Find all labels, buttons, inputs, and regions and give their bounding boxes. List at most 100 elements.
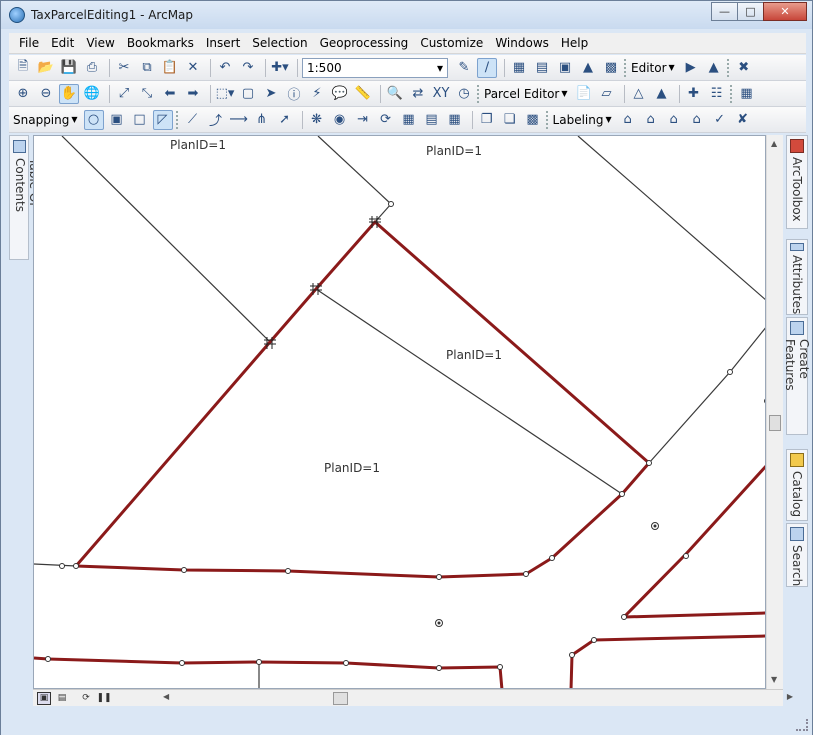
layout-view-icon[interactable]: ▤ bbox=[55, 692, 69, 705]
data-view-icon[interactable]: ▣ bbox=[37, 691, 51, 705]
resize-grip-icon[interactable] bbox=[796, 719, 808, 731]
table-icon[interactable]: ▦ bbox=[509, 58, 529, 78]
search-window-icon[interactable]: ▣ bbox=[555, 58, 575, 78]
cogo-report-icon[interactable]: ⇥ bbox=[353, 110, 373, 130]
menu-windows[interactable]: Windows bbox=[489, 36, 555, 50]
menu-bookmarks[interactable]: Bookmarks bbox=[121, 36, 200, 50]
paste-icon[interactable]: 📋 bbox=[160, 58, 180, 78]
toolbar-grip[interactable] bbox=[175, 110, 180, 129]
point-tool-icon[interactable]: ▲ bbox=[652, 84, 672, 104]
point-snapping-icon[interactable]: ○ bbox=[83, 109, 104, 130]
cogo-line-icon[interactable]: ⟋ bbox=[183, 110, 203, 130]
parcel-editor-dropdown[interactable]: Parcel Editor ▼ bbox=[484, 87, 568, 101]
catalog-tab[interactable]: Catalog bbox=[786, 449, 808, 521]
label-weight-icon[interactable]: ⌂ bbox=[664, 110, 684, 130]
clear-selection-icon[interactable]: ▢ bbox=[238, 84, 258, 104]
scroll-left-icon[interactable]: ◀ bbox=[163, 692, 169, 701]
join-parcels-icon[interactable]: ✚ bbox=[684, 84, 704, 104]
ungroup-icon[interactable]: ❏ bbox=[500, 110, 520, 130]
label-priority-icon[interactable]: ⌂ bbox=[641, 110, 661, 130]
toolbar-grip[interactable] bbox=[624, 58, 628, 77]
split-line-icon[interactable]: ⟶ bbox=[229, 110, 249, 130]
edit-tool-icon[interactable]: ▶ bbox=[681, 58, 701, 78]
editor-toolbar-icon[interactable]: ✎ bbox=[454, 58, 474, 78]
extend-trim-icon[interactable]: ➚ bbox=[275, 110, 295, 130]
menu-view[interactable]: View bbox=[80, 36, 120, 50]
print-icon[interactable]: ⎙ bbox=[82, 58, 102, 78]
select-features-icon[interactable]: ⬚▾ bbox=[215, 84, 235, 104]
new-document-icon[interactable]: 🗎 bbox=[13, 58, 33, 78]
editor-menu-dropdown[interactable]: Editor ▼ bbox=[631, 61, 675, 75]
label-manager-icon[interactable]: ⌂ bbox=[618, 110, 638, 130]
go-to-xy-icon[interactable]: XY bbox=[431, 84, 451, 104]
menu-selection[interactable]: Selection bbox=[246, 36, 313, 50]
map-display[interactable]: PlanID=1 PlanID=1 PlanID=1 PlanID=1 bbox=[33, 135, 766, 689]
select-elements-icon[interactable]: ➤ bbox=[261, 84, 281, 104]
attributes-tab[interactable]: Attributes bbox=[786, 239, 808, 315]
delete-icon[interactable]: ✕ bbox=[183, 58, 203, 78]
zoom-in-icon[interactable]: ⊕ bbox=[13, 84, 33, 104]
create-features-tab[interactable]: Create Features bbox=[783, 317, 811, 435]
edge-snapping-icon[interactable]: ◸ bbox=[152, 109, 173, 130]
arrange-icon[interactable]: ▩ bbox=[523, 110, 543, 130]
menu-geoprocessing[interactable]: Geoprocessing bbox=[314, 36, 415, 50]
map-scale-dropdown[interactable]: 1:500 ▾ bbox=[302, 57, 448, 78]
parcel-division-icon[interactable]: ☷ bbox=[707, 84, 727, 104]
full-extent-icon[interactable]: 🌐 bbox=[82, 84, 102, 104]
pause-drawing-icon[interactable]: ❚❚ bbox=[96, 692, 111, 705]
map-vertical-scrollbar[interactable]: ▲ ▼ bbox=[766, 135, 783, 689]
zoom-out-icon[interactable]: ⊖ bbox=[36, 84, 56, 104]
pan-icon[interactable]: ✋ bbox=[59, 83, 79, 104]
measure-icon[interactable]: 📏 bbox=[353, 84, 373, 104]
sketch-tool-icon[interactable]: ∕ bbox=[477, 57, 497, 78]
scroll-right-icon[interactable]: ▶ bbox=[787, 692, 793, 701]
parcel-lines-icon[interactable]: ▱ bbox=[597, 84, 617, 104]
add-data-icon[interactable]: ✚▾ bbox=[270, 58, 290, 78]
catalog-window-icon[interactable]: ▤ bbox=[532, 58, 552, 78]
fixed-zoom-in-icon[interactable]: ⤢ bbox=[114, 84, 134, 104]
edit-annotation-icon[interactable]: ▲ bbox=[704, 58, 724, 78]
globe-tool-icon[interactable]: ◉ bbox=[330, 110, 350, 130]
lock-labels-icon[interactable]: ⌂ bbox=[687, 110, 707, 130]
construction-tool-icon[interactable]: △ bbox=[629, 84, 649, 104]
cut-icon[interactable]: ✂ bbox=[114, 58, 134, 78]
search-tab[interactable]: Search bbox=[786, 523, 808, 587]
proportion-icon[interactable]: ⋔ bbox=[252, 110, 272, 130]
labeling-dropdown[interactable]: Labeling ▼ bbox=[553, 113, 612, 127]
arctoolbox-icon[interactable]: ▲ bbox=[578, 58, 598, 78]
menu-file[interactable]: File bbox=[13, 36, 45, 50]
undo-icon[interactable]: ↶ bbox=[215, 58, 235, 78]
find-icon[interactable]: 🔍 bbox=[385, 84, 405, 104]
maximize-button[interactable]: □ bbox=[737, 2, 764, 21]
close-button[interactable]: ✕ bbox=[763, 2, 807, 21]
toolbar-grip[interactable] bbox=[726, 58, 731, 77]
back-icon[interactable]: ⬅ bbox=[160, 84, 180, 104]
view-unplaced-icon[interactable]: ✘ bbox=[733, 110, 753, 130]
align-icon[interactable]: ▦ bbox=[399, 110, 419, 130]
fixed-zoom-out-icon[interactable]: ⤡ bbox=[137, 84, 157, 104]
delete-features-icon[interactable]: ✖ bbox=[734, 58, 754, 78]
group-icon[interactable]: ❐ bbox=[477, 110, 497, 130]
refresh-icon[interactable]: ⟳ bbox=[376, 110, 396, 130]
html-popup-icon[interactable]: 💬 bbox=[330, 84, 350, 104]
parcel-fabric-icon[interactable]: ▦ bbox=[737, 84, 757, 104]
vertex-snapping-icon[interactable]: □ bbox=[130, 110, 150, 130]
distribute-icon[interactable]: ▤ bbox=[422, 110, 442, 130]
scroll-down-icon[interactable]: ▼ bbox=[771, 675, 777, 684]
menu-customize[interactable]: Customize bbox=[414, 36, 489, 50]
georeference-icon[interactable]: ❋ bbox=[307, 110, 327, 130]
copy-icon[interactable]: ⧉ bbox=[137, 58, 157, 78]
redo-icon[interactable]: ↷ bbox=[238, 58, 258, 78]
arctoolbox-tab[interactable]: ArcToolbox bbox=[786, 135, 808, 229]
curve-icon[interactable]: ⤴ bbox=[206, 110, 226, 130]
parcel-map-canvas[interactable] bbox=[34, 136, 766, 689]
forward-icon[interactable]: ➡ bbox=[183, 84, 203, 104]
parcel-details-icon[interactable]: 📄 bbox=[574, 84, 594, 104]
toolbar-grip[interactable] bbox=[545, 110, 550, 129]
open-icon[interactable]: 📂 bbox=[36, 58, 56, 78]
table-of-contents-tab[interactable]: Table Of Contents bbox=[9, 135, 41, 260]
identify-icon[interactable]: ⓘ bbox=[284, 84, 304, 104]
snapping-dropdown[interactable]: Snapping ▼ bbox=[13, 113, 78, 127]
grid-icon[interactable]: ▦ bbox=[445, 110, 465, 130]
python-window-icon[interactable]: ▩ bbox=[601, 58, 621, 78]
